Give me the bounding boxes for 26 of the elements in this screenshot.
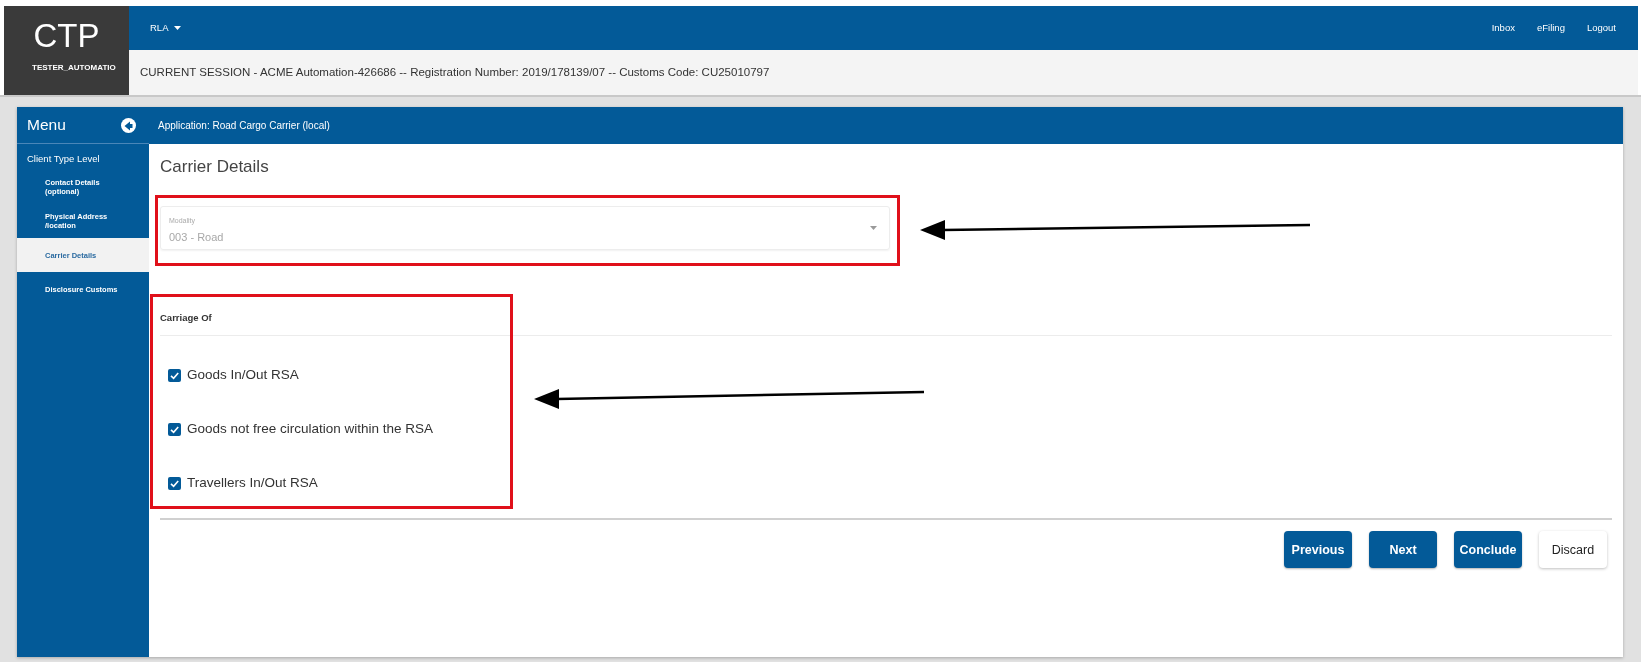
button[interactable]: Next [1369, 531, 1437, 568]
page-title: Carrier Details [160, 156, 269, 177]
checkbox[interactable] [168, 476, 181, 490]
button[interactable]: Conclude [1454, 531, 1522, 568]
sidebar-title: Menu [27, 116, 66, 134]
application-title: Application: Road Cargo Carrier (local) [158, 119, 330, 132]
button[interactable]: Previous [1284, 531, 1352, 568]
session-info: CURRENT SESSION - ACME Automation-426686 -- Registration Number: 2019/178139/07 -- Customs Code: CU25010797 [140, 64, 770, 80]
caret-icon [870, 226, 877, 230]
checkbox-label: Goods not free circulation within the RSA [187, 421, 434, 437]
checkbox-label: Travellers In/Out RSA [187, 475, 318, 491]
rla-menu-button[interactable]: RLA [150, 22, 182, 34]
sidebar-item[interactable]: Client Type Level [17, 144, 149, 170]
caret-icon [174, 26, 182, 30]
section-title: Carriage Of [160, 312, 212, 324]
nav-link[interactable]: eFiling [1536, 22, 1565, 34]
arrow-circle-icon[interactable] [121, 117, 136, 133]
nav-link[interactable]: Inbox [1491, 22, 1515, 34]
button[interactable]: Discard [1539, 531, 1607, 568]
username: TESTER_AUTOMATIO [31, 63, 117, 73]
dropdown-value: 003 - Road [169, 230, 224, 244]
checkbox[interactable] [168, 422, 181, 436]
nav-link[interactable]: Logout [1586, 22, 1616, 34]
checkbox-label: Goods In/Out RSA [187, 367, 299, 383]
checkbox[interactable] [168, 368, 181, 382]
logo-text: CTP [33, 16, 100, 52]
